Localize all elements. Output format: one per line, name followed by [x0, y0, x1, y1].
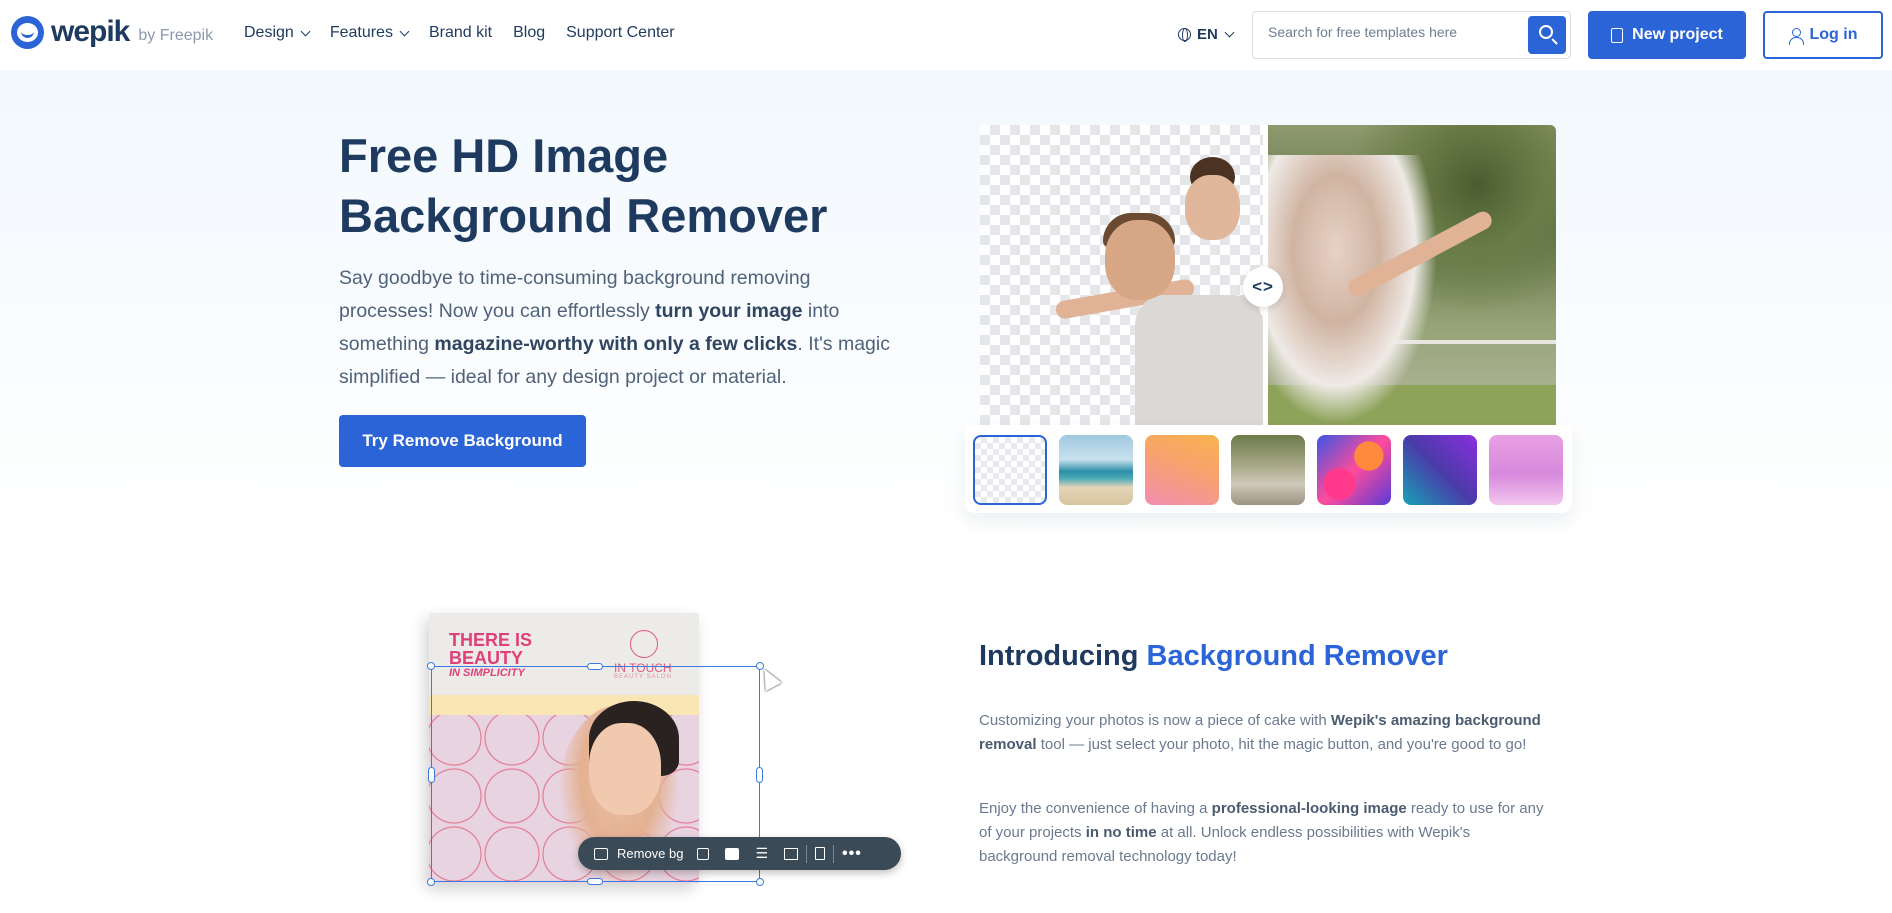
resize-handle[interactable] [427, 662, 435, 670]
login-button[interactable]: Log in [1763, 11, 1883, 59]
nav-support-center-label: Support Center [566, 24, 675, 41]
nav-blog[interactable]: Blog [513, 24, 545, 42]
toolbar-divider [806, 844, 808, 863]
background-option-pink-waves[interactable] [1317, 435, 1391, 505]
globe-icon [1178, 28, 1191, 42]
adjust-icon[interactable]: ☰ [755, 837, 768, 870]
intro-text-part: Enjoy the convenience of having a [979, 800, 1212, 817]
user-icon [1788, 27, 1804, 45]
intro-text-emphasis: professional-looking image [1211, 800, 1407, 817]
couple-cutout [1054, 155, 1263, 425]
layers-icon[interactable] [697, 837, 710, 870]
background-option-transparent[interactable] [973, 435, 1047, 505]
nav-brand-kit-label: Brand kit [428, 24, 493, 41]
wepik-logo-icon [11, 15, 44, 49]
background-option-lilac[interactable] [1489, 435, 1563, 505]
hero-background [0, 70, 1892, 550]
background-option-beach[interactable] [1059, 435, 1133, 505]
nav-features[interactable]: Features [329, 24, 410, 42]
language-label: EN [1197, 26, 1218, 43]
chevron-down-icon [399, 26, 410, 36]
nav-features-label: Features [329, 24, 393, 41]
intro-text-part: tool — just select your photo, hit the m… [1036, 736, 1527, 753]
more-options-icon[interactable]: ••• [842, 837, 862, 870]
hero-text-emphasis: turn your image [655, 300, 803, 322]
intro-title: Introducing Background Remover [979, 640, 1448, 673]
nav-blog-label: Blog [513, 24, 546, 41]
background-option-purple-gradient[interactable] [1403, 435, 1477, 505]
new-project-button[interactable]: New project [1588, 11, 1746, 59]
resize-handle[interactable] [756, 767, 763, 783]
couple-head [1105, 220, 1175, 300]
comparison-drag-handle[interactable]: <> [1243, 267, 1283, 307]
hero-text-emphasis: magazine-worthy with only a few clicks [434, 333, 798, 355]
chevron-down-icon [300, 26, 311, 36]
salon-logo-icon [630, 630, 658, 658]
intro-text-emphasis: in no time [1085, 824, 1157, 841]
main-nav: Design Features Brand kit Blog Support C… [244, 24, 696, 42]
logo-by-freepik: by Freepik [138, 27, 214, 44]
remove-bg-label: Remove bg [617, 846, 684, 861]
image-icon [594, 837, 608, 870]
try-remove-background-button[interactable]: Try Remove Background [339, 415, 586, 467]
nav-design[interactable]: Design [244, 24, 311, 42]
toolbar-divider [833, 844, 835, 863]
search-input[interactable] [1268, 24, 1508, 40]
intro-title-accent: Background Remover [1146, 640, 1448, 672]
background-option-orange-gradient[interactable] [1145, 435, 1219, 505]
mask-icon[interactable] [725, 837, 740, 870]
resize-handle[interactable] [427, 878, 435, 886]
editor-toolbar: Remove bg ☰ ••• [578, 837, 901, 870]
background-option-trees[interactable] [1231, 435, 1305, 505]
document-icon [1611, 27, 1624, 43]
resize-handle[interactable] [587, 878, 603, 885]
intro-paragraph-1: Customizing your photos is now a piece o… [979, 709, 1544, 757]
intro-title-plain: Introducing [979, 640, 1147, 672]
search-button[interactable] [1528, 16, 1566, 54]
nav-brand-kit[interactable]: Brand kit [429, 24, 492, 42]
search-bar [1252, 11, 1571, 59]
resize-handle[interactable] [587, 663, 603, 670]
intro-paragraph-2: Enjoy the convenience of having a profes… [979, 797, 1544, 869]
top-navbar: wepik by Freepik Design Features Brand k… [0, 0, 1892, 70]
logo-wordmark: wepik [51, 15, 130, 48]
background-picker [965, 425, 1572, 513]
nav-design-label: Design [244, 24, 294, 41]
mockup-headline: THERE IS BEAUTY [449, 630, 533, 668]
search-icon [1539, 25, 1553, 39]
resize-handle[interactable] [428, 767, 435, 783]
crop-icon[interactable] [784, 837, 799, 870]
language-selector[interactable]: EN [1178, 26, 1235, 43]
hero-description: Say goodbye to time-consuming background… [339, 262, 899, 394]
new-project-label: New project [1632, 26, 1723, 43]
chevron-down-icon [1224, 27, 1235, 38]
hero-title: Free HD Image Background Remover [339, 129, 828, 242]
login-label: Log in [1809, 26, 1858, 43]
nav-support-center[interactable]: Support Center [566, 24, 675, 42]
trash-icon[interactable] [815, 837, 826, 870]
couple-body [1135, 295, 1263, 425]
remove-bg-button[interactable]: Remove bg [617, 837, 683, 870]
couple-head [1185, 175, 1240, 240]
resize-handle[interactable] [756, 878, 764, 886]
intro-text-part: Customizing your photos is now a piece o… [979, 712, 1331, 729]
wepik-logo[interactable]: wepik by Freepik [11, 15, 213, 49]
